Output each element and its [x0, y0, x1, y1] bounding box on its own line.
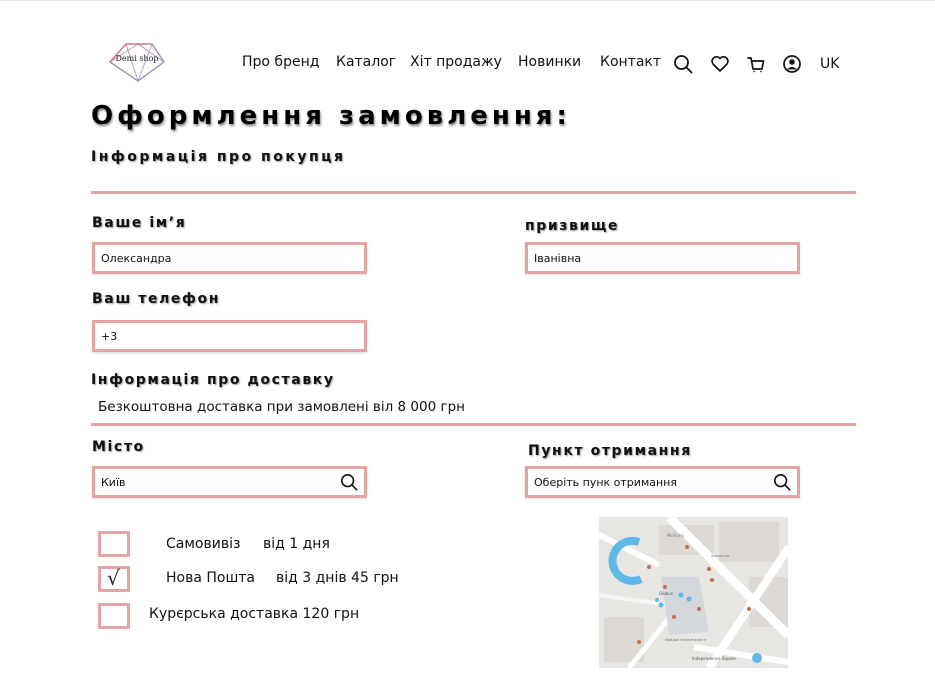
nav-about-brand[interactable]: Про бренд [242, 54, 319, 70]
buyer-section-title: Інформація про покупця [91, 149, 346, 165]
first-name-input[interactable] [95, 245, 364, 271]
city-label: Місто [92, 439, 145, 455]
map-label: Майдан Незалежності [665, 638, 706, 642]
map-label: Globus [659, 591, 673, 596]
pickup-point-field[interactable] [525, 466, 800, 498]
language-switcher[interactable]: UK [820, 56, 839, 72]
page-title: Оформлення замовлення: [91, 101, 571, 131]
free-delivery-note: Безкоштовна доставка при замовлені віл 8… [98, 399, 465, 415]
phone-field[interactable] [92, 320, 367, 352]
pickup-point-input[interactable] [528, 469, 797, 495]
first-name-label: Ваше ім’я [92, 215, 187, 231]
option-checkbox-courier[interactable] [98, 603, 130, 629]
brand-logo[interactable]: Demi shop [108, 41, 166, 83]
map-label: McFlurry [667, 533, 685, 538]
checkmark-icon: √ [107, 566, 120, 590]
option-note-nova-poshta: від 3 днів 45 грн [276, 570, 399, 586]
heart-icon[interactable] [710, 54, 730, 74]
nav-catalog[interactable]: Каталог [336, 54, 396, 70]
nav-contact[interactable]: Контакт [600, 54, 661, 70]
logo-diamond-icon: Demi shop [108, 43, 165, 83]
pickup-map[interactable]: McFlurry Globus Independence Square Майд… [599, 517, 788, 668]
divider [91, 423, 856, 426]
delivery-section-title: Інформація про доставку [91, 372, 335, 388]
last-name-label: призвище [525, 218, 620, 234]
map-image: McFlurry Globus Independence Square Майд… [599, 517, 788, 668]
option-checkbox-self-pickup[interactable] [98, 531, 130, 557]
nav-bestsellers[interactable]: Хіт продажу [410, 54, 502, 70]
search-icon[interactable] [673, 54, 693, 74]
search-icon[interactable] [340, 473, 358, 491]
map-label: Хрещатик [711, 554, 730, 558]
option-note-self-pickup: від 1 дня [263, 536, 330, 552]
map-label: Independence Square [692, 656, 736, 661]
city-input[interactable] [95, 469, 364, 495]
divider [91, 191, 856, 194]
logo-text: Demi shop [115, 54, 158, 63]
user-icon[interactable] [782, 54, 802, 74]
search-icon[interactable] [773, 473, 791, 491]
top-border [0, 0, 935, 1]
last-name-input[interactable] [528, 245, 797, 271]
option-label-courier: Курєрська доставка 120 грн [149, 606, 360, 622]
phone-input[interactable] [95, 323, 364, 349]
cart-icon[interactable] [746, 54, 766, 74]
last-name-field[interactable] [525, 242, 800, 274]
nav-new-arrivals[interactable]: Новинки [518, 54, 581, 70]
pickup-point-label: Пункт отримання [528, 443, 692, 459]
option-label-self-pickup: Самовивіз [166, 536, 241, 552]
option-checkbox-nova-poshta[interactable]: √ [98, 566, 130, 592]
first-name-field[interactable] [92, 242, 367, 274]
phone-label: Ваш телефон [92, 291, 221, 307]
city-field[interactable] [92, 466, 367, 498]
option-label-nova-poshta: Нова Пошта [166, 570, 256, 586]
